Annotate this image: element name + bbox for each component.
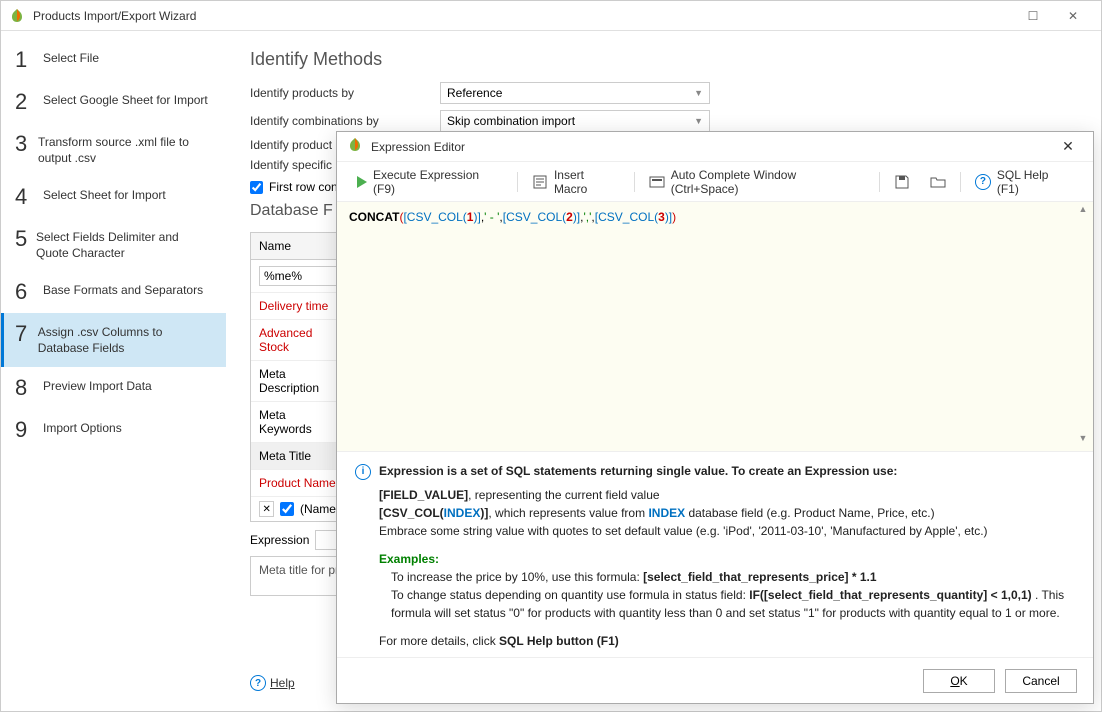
table-row[interactable]: Meta Description	[251, 361, 344, 402]
mapping-label: (Name	[300, 502, 336, 516]
app-icon	[347, 137, 363, 156]
chevron-down-icon: ▼	[694, 116, 703, 126]
expression-editor-dialog: Expression Editor ✕ Execute Expression (…	[336, 131, 1094, 704]
close-icon[interactable]: ✕	[1053, 138, 1083, 155]
first-row-label: First row con	[269, 180, 338, 194]
autocomplete-button[interactable]: Auto Complete Window (Ctrl+Space)	[641, 164, 873, 200]
db-fields-table: Name Delivery time Advanced Stock Meta D…	[250, 232, 345, 522]
wizard-steps-sidebar: 1Select File 2Select Google Sheet for Im…	[1, 31, 226, 711]
macro-icon	[532, 174, 548, 190]
table-row[interactable]: Delivery time	[251, 293, 344, 320]
step-2[interactable]: 2Select Google Sheet for Import	[1, 81, 226, 123]
table-row[interactable]: Meta Title	[251, 443, 344, 470]
expression-help-text: iExpression is a set of SQL statements r…	[337, 452, 1093, 657]
step-3[interactable]: 3Transform source .xml file to output .c…	[1, 123, 226, 176]
play-icon	[357, 176, 367, 188]
table-row[interactable]: Advanced Stock	[251, 320, 344, 361]
step-6[interactable]: 6Base Formats and Separators	[1, 271, 226, 313]
help-icon: ?	[975, 174, 991, 190]
window-title: Products Import/Export Wizard	[33, 9, 1013, 23]
close-button[interactable]: ✕	[1053, 2, 1093, 30]
app-icon	[9, 8, 25, 24]
section-title: Identify Methods	[250, 49, 1077, 70]
identify-combinations-label: Identify combinations by	[250, 114, 440, 128]
sql-help-button[interactable]: ? SQL Help (F1)	[967, 164, 1081, 200]
expression-label: Expression	[250, 533, 309, 547]
maximize-button[interactable]: ☐	[1013, 2, 1053, 30]
name-column-header[interactable]: Name	[251, 233, 344, 260]
help-icon: ?	[250, 675, 266, 691]
dialog-title: Expression Editor	[371, 140, 1053, 154]
open-button[interactable]	[922, 170, 954, 194]
scroll-up-icon[interactable]: ▲	[1075, 204, 1091, 220]
first-row-checkbox[interactable]	[250, 181, 263, 194]
step-4[interactable]: 4Select Sheet for Import	[1, 176, 226, 218]
step-9[interactable]: 9Import Options	[1, 409, 226, 451]
step-8[interactable]: 8Preview Import Data	[1, 367, 226, 409]
save-icon	[894, 174, 910, 190]
window-titlebar: Products Import/Export Wizard ☐ ✕	[1, 1, 1101, 31]
table-row[interactable]: Meta Keywords	[251, 402, 344, 443]
editor-toolbar: Execute Expression (F9) Insert Macro Aut…	[337, 162, 1093, 202]
expression-code-editor[interactable]: ▲ ▼ CONCAT([CSV_COL(1)],' - ',[CSV_COL(2…	[337, 202, 1093, 452]
identify-products-label: Identify products by	[250, 86, 440, 100]
save-button[interactable]	[886, 170, 918, 194]
autocomplete-icon	[649, 174, 665, 190]
table-row[interactable]: Product Name	[251, 470, 344, 497]
ok-button[interactable]: OK	[923, 669, 995, 693]
mapping-checkbox[interactable]	[280, 502, 293, 516]
step-1[interactable]: 1Select File	[1, 39, 226, 81]
insert-macro-button[interactable]: Insert Macro	[524, 164, 628, 200]
step-5[interactable]: 5Select Fields Delimiter and Quote Chara…	[1, 218, 226, 271]
help-link[interactable]: ? Help	[250, 675, 295, 691]
folder-open-icon	[930, 174, 946, 190]
info-icon: i	[355, 464, 371, 480]
cancel-button[interactable]: Cancel	[1005, 669, 1077, 693]
step-7[interactable]: 7Assign .csv Columns to Database Fields	[1, 313, 226, 366]
name-filter-input[interactable]	[259, 266, 339, 286]
scroll-down-icon[interactable]: ▼	[1075, 433, 1091, 449]
chevron-down-icon: ▼	[694, 88, 703, 98]
remove-mapping-button[interactable]: ✕	[259, 501, 274, 517]
execute-expression-button[interactable]: Execute Expression (F9)	[349, 164, 511, 200]
identify-combinations-select[interactable]: Skip combination import ▼	[440, 110, 710, 132]
identify-products-select[interactable]: Reference ▼	[440, 82, 710, 104]
